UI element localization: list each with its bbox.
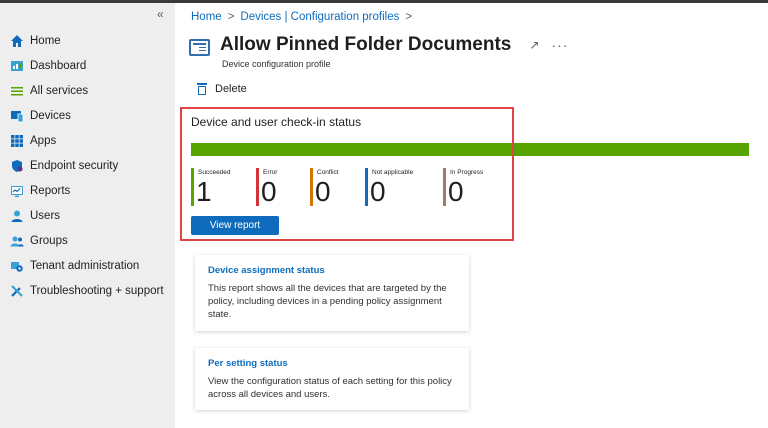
- collapse-sidebar-button[interactable]: «: [157, 7, 164, 21]
- dashboard-icon: [11, 60, 23, 71]
- sidebar-nav: Home Dashboard All services Devices Apps…: [0, 28, 175, 303]
- reports-icon: [11, 185, 23, 197]
- sidebar-item-label: Devices: [30, 109, 71, 122]
- sidebar-item-groups[interactable]: Groups: [0, 228, 175, 253]
- sidebar-item-all-services[interactable]: All services: [0, 78, 175, 103]
- sidebar-item-endpoint-security[interactable]: Endpoint security: [0, 153, 175, 178]
- per-setting-status-card[interactable]: Per setting status View the configuratio…: [195, 348, 469, 410]
- trash-icon: [197, 83, 207, 95]
- tools-icon: [11, 284, 23, 297]
- sidebar-item-tenant-administration[interactable]: Tenant administration: [0, 253, 175, 278]
- user-icon: [11, 210, 23, 222]
- apps-icon: [11, 134, 23, 147]
- sidebar-item-apps[interactable]: Apps: [0, 128, 175, 153]
- delete-label: Delete: [215, 83, 247, 95]
- sidebar-item-home[interactable]: Home: [0, 28, 175, 53]
- sidebar-item-label: All services: [30, 84, 89, 97]
- more-options-icon[interactable]: ···: [551, 37, 568, 53]
- sidebar-item-label: Endpoint security: [30, 159, 119, 172]
- main-content: Home > Devices | Configuration profiles …: [175, 3, 768, 428]
- configuration-profile-icon: [189, 38, 210, 56]
- card-title[interactable]: Device assignment status: [208, 265, 456, 276]
- sidebar-item-label: Home: [30, 34, 61, 47]
- page-subtitle: Device configuration profile: [222, 59, 331, 69]
- page-title: Allow Pinned Folder Documents: [220, 34, 512, 55]
- sidebar-item-label: Tenant administration: [30, 259, 140, 272]
- title-row: Allow Pinned Folder Documents ↗ ···: [189, 34, 568, 56]
- devices-icon: [11, 110, 24, 122]
- sidebar: « Home Dashboard All services Devices Ap…: [0, 3, 175, 428]
- breadcrumb-home-link[interactable]: Home: [191, 11, 222, 23]
- sidebar-item-devices[interactable]: Devices: [0, 103, 175, 128]
- sidebar-item-label: Groups: [30, 234, 68, 247]
- tenant-gear-icon: [11, 261, 23, 272]
- sidebar-item-label: Dashboard: [30, 59, 87, 72]
- delete-button[interactable]: Delete: [197, 83, 247, 95]
- sidebar-item-users[interactable]: Users: [0, 203, 175, 228]
- card-description: This report shows all the devices that a…: [208, 283, 447, 320]
- home-icon: [11, 34, 23, 47]
- sidebar-item-label: Troubleshooting + support: [30, 284, 164, 297]
- breadcrumb: Home > Devices | Configuration profiles …: [191, 11, 412, 23]
- breadcrumb-devices-link[interactable]: Devices | Configuration profiles: [240, 11, 399, 23]
- sidebar-item-label: Users: [30, 209, 61, 222]
- sidebar-item-dashboard[interactable]: Dashboard: [0, 53, 175, 78]
- card-description: View the configuration status of each se…: [208, 376, 452, 400]
- sidebar-item-reports[interactable]: Reports: [0, 178, 175, 203]
- breadcrumb-separator: >: [405, 11, 413, 23]
- breadcrumb-separator: >: [227, 11, 235, 23]
- list-icon: [11, 86, 23, 95]
- device-assignment-status-card[interactable]: Device assignment status This report sho…: [195, 255, 469, 331]
- sidebar-item-label: Reports: [30, 184, 71, 197]
- sidebar-item-troubleshooting-support[interactable]: Troubleshooting + support: [0, 278, 175, 303]
- shield-icon: [12, 159, 23, 172]
- pin-icon[interactable]: ↗: [529, 38, 539, 52]
- sidebar-item-label: Apps: [30, 134, 57, 147]
- groups-icon: [10, 236, 24, 246]
- highlight-box: [180, 107, 514, 241]
- card-title[interactable]: Per setting status: [208, 358, 456, 369]
